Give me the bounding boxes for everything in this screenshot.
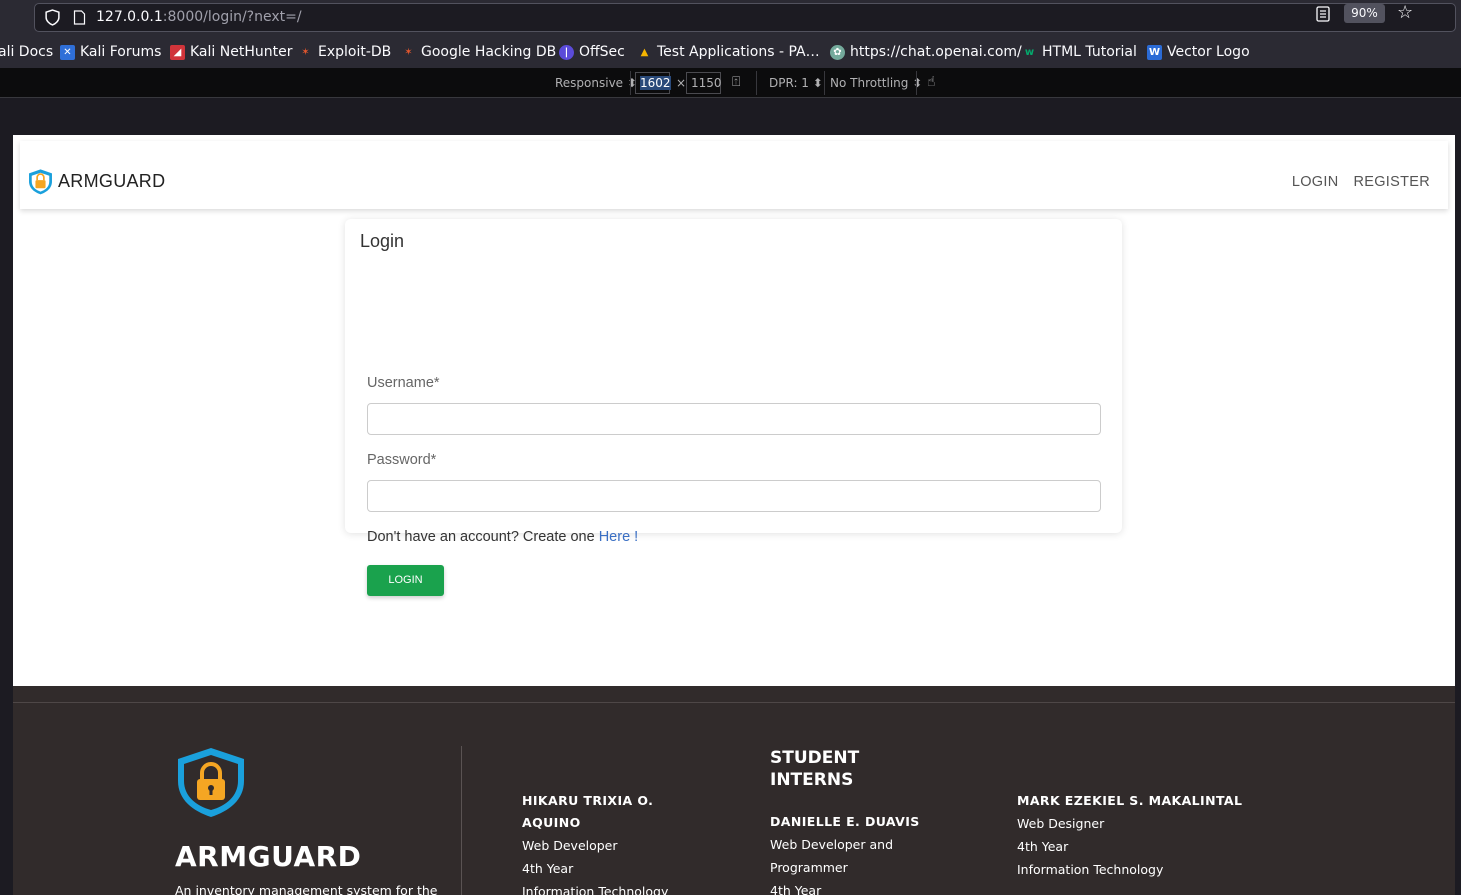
footer-heading: STUDENT INTERNS xyxy=(770,748,860,790)
register-hint: Don't have an account? Create one Here ! xyxy=(367,529,639,545)
url-text[interactable]: 127.0.0.1:8000/login/?next=/ xyxy=(96,9,302,25)
footer-description: An inventory management system for the xyxy=(175,883,438,895)
bookmark-item[interactable]: ◢ Kali NetHunter xyxy=(170,43,292,61)
register-here-link[interactable]: Here ! xyxy=(599,529,639,545)
bookmark-item[interactable]: ✿ https://chat.openai.com/ xyxy=(830,43,1022,61)
username-input[interactable] xyxy=(367,403,1101,435)
browser-toolbar: 127.0.0.1:8000/login/?next=/ 90% ☆ xyxy=(0,0,1461,36)
login-title: Login xyxy=(360,231,405,251)
footer-divider xyxy=(13,702,1455,703)
w3schools-icon: w xyxy=(1024,46,1035,58)
bookmark-item[interactable]: ✶ Google Hacking DB xyxy=(401,43,556,61)
brand-link[interactable]: ARMGUARD xyxy=(27,168,165,195)
exploit-db-icon: ✶ xyxy=(301,46,310,58)
bookmark-item[interactable]: | OffSec xyxy=(559,43,625,61)
bookmark-item[interactable]: ali Docs xyxy=(0,43,53,61)
bookmark-item[interactable]: ✶ Exploit-DB xyxy=(298,43,391,61)
intern-card: MARK EZEKIEL S. MAKALINTAL Web Designer … xyxy=(1017,793,1243,877)
intern-card: HIKARU TRIXIA O. AQUINO Web Developer 4t… xyxy=(522,793,669,895)
footer-brand: ARMGUARD xyxy=(175,840,362,873)
bookmark-item[interactable]: W Vector Logo xyxy=(1147,43,1250,61)
login-button[interactable]: LOGIN xyxy=(367,565,444,596)
touch-simulation-icon[interactable]: ☝ xyxy=(927,74,936,90)
tracking-protection-icon[interactable] xyxy=(44,9,61,26)
vector-logo-icon: W xyxy=(1147,44,1162,60)
viewport-height-input[interactable]: 1150 xyxy=(686,72,722,94)
username-label: Username* xyxy=(367,375,440,391)
bookmarks-bar: ali Docs ✕ Kali Forums ◢ Kali NetHunter ✶ E… xyxy=(0,36,1461,68)
footer-vertical-divider xyxy=(461,746,462,895)
viewport-width-input[interactable]: 1602 xyxy=(635,72,671,94)
web-page: ARMGUARD LOGIN REGISTER Login Username* … xyxy=(13,135,1455,895)
dpr-selector[interactable]: DPR: 1 ⬍ xyxy=(769,76,823,90)
bookmark-star-icon[interactable]: ☆ xyxy=(1397,3,1413,23)
device-selector[interactable]: Responsive ⬍ xyxy=(555,76,637,90)
brand-name: ARMGUARD xyxy=(58,171,166,191)
intern-card: DANIELLE E. DUAVIS Web Developer and Pro… xyxy=(770,814,920,895)
footer: ARMGUARD An inventory management system … xyxy=(13,686,1455,895)
dimension-separator: × xyxy=(676,76,687,90)
shield-lock-icon xyxy=(178,748,244,817)
password-input[interactable] xyxy=(367,480,1101,512)
throttling-selector[interactable]: No Throttling ⬍ xyxy=(830,76,922,90)
bookmark-item[interactable]: ✕ Kali Forums xyxy=(60,43,161,61)
nav-login-link[interactable]: LOGIN xyxy=(1292,174,1339,190)
bookmark-item[interactable]: w HTML Tutorial xyxy=(1022,43,1137,61)
bookmark-item[interactable]: ▲ Test Applications - PA… xyxy=(637,43,820,61)
url-bar[interactable]: 127.0.0.1:8000/login/?next=/ xyxy=(34,3,1456,32)
zoom-level-button[interactable]: 90% xyxy=(1344,4,1385,23)
kali-forums-icon: ✕ xyxy=(60,44,75,60)
login-card: Login Username* Password* Don't have an … xyxy=(345,219,1122,596)
offsec-icon: | xyxy=(559,44,574,60)
nav-register-link[interactable]: REGISTER xyxy=(1353,174,1430,190)
responsive-design-toolbar: Responsive ⬍ 1602 × 1150 ⍐ DPR: 1 ⬍ No T… xyxy=(0,68,1461,98)
kali-nethunter-icon: ◢ xyxy=(170,44,185,60)
navbar: ARMGUARD LOGIN REGISTER xyxy=(20,141,1448,209)
nav-links: LOGIN REGISTER xyxy=(1292,174,1430,190)
reader-view-icon[interactable] xyxy=(1316,6,1330,22)
openai-icon: ✿ xyxy=(830,44,845,60)
shield-lock-icon xyxy=(29,169,52,195)
password-label: Password* xyxy=(367,452,437,468)
google-drive-icon: ▲ xyxy=(640,46,649,58)
ghdb-icon: ✶ xyxy=(404,46,413,58)
page-info-icon[interactable] xyxy=(73,10,86,25)
rotate-viewport-icon[interactable]: ⍐ xyxy=(732,74,740,90)
